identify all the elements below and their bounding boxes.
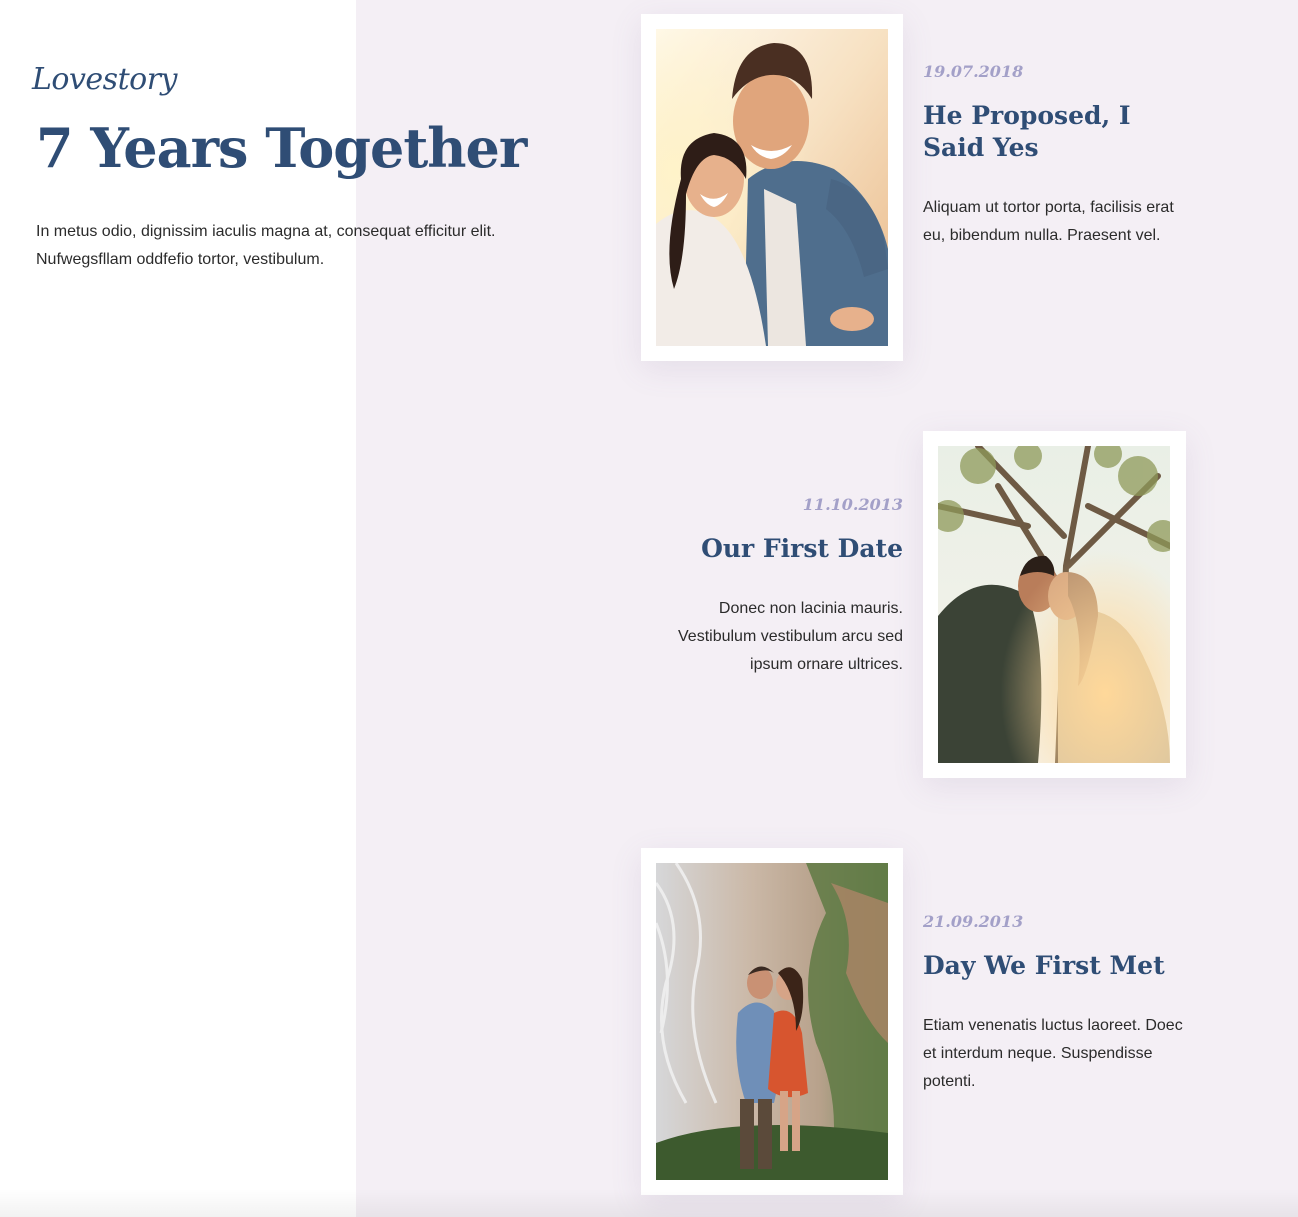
proposal-photo [656,29,888,346]
section-eyebrow: Lovestory [32,62,178,97]
entry-description: Etiam venenatis luctus laoreet. Doec et … [923,1017,1183,1090]
timeline-photo-card-first-date [923,431,1186,778]
entry-title: Day We First Met [923,951,1165,980]
first-date-photo [938,446,1170,763]
timeline-entry-first-date: 11.10.2013 Our First Date Donec non laci… [643,495,903,679]
timeline-photo-card-first-met [641,848,903,1195]
intro-section: Lovestory 7 Years Together In metus odio… [32,60,596,274]
timeline-photo-card-proposal [641,14,903,361]
entry-date: 11.10.2013 [802,495,903,514]
entry-title: He Proposed, I Said Yes [923,101,1131,162]
entry-date: 21.09.2013 [923,912,1024,931]
bottom-fade [0,1189,1298,1217]
page-title: 7 Years Together [36,116,527,180]
timeline-entry-first-met: 21.09.2013 Day We First Met Etiam venena… [923,912,1183,1096]
entry-description: Donec non lacinia mauris. Vestibulum ves… [678,600,903,673]
entry-description: Aliquam ut tortor porta, facilisis erat … [923,199,1174,244]
entry-date: 19.07.2018 [923,62,1024,81]
first-met-photo [656,863,888,1180]
intro-paragraph: In metus odio, dignissim iaculis magna a… [36,223,496,268]
timeline-entry-proposal: 19.07.2018 He Proposed, I Said Yes Aliqu… [923,62,1183,250]
entry-title: Our First Date [701,534,903,563]
